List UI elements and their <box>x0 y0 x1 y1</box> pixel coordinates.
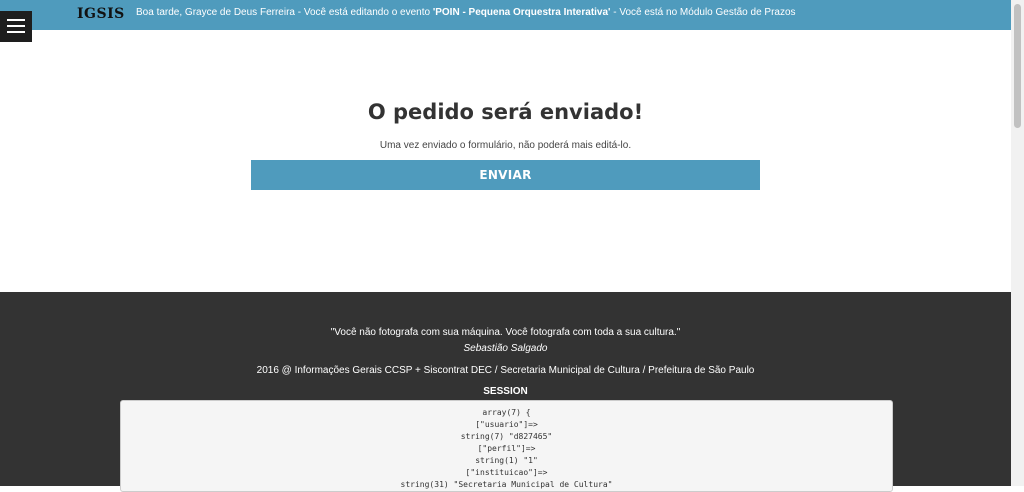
session-line: ["perfil"]=> <box>477 444 536 453</box>
event-name: 'POIN - Pequena Orquestra Interativa' <box>432 7 611 18</box>
page-title: O pedido será enviado! <box>367 100 644 124</box>
scrollbar-thumb[interactable] <box>1014 4 1021 128</box>
module-text: - Você está no Módulo Gestão de Prazos <box>610 7 796 18</box>
main-content: O pedido será enviado! Uma vez enviado o… <box>0 30 1011 292</box>
warning-text: Uma vez enviado o formulário, não poderá… <box>379 140 632 151</box>
session-line: string(7) "d827465" <box>460 432 553 441</box>
quote-author: Sebastião Salgado <box>463 343 548 354</box>
footer: "Você não fotografa com sua máquina. Voc… <box>0 292 1011 492</box>
session-line: ["instituicao"]=> <box>465 468 548 477</box>
session-line: string(1) "1" <box>475 456 538 465</box>
session-line: ["usuario"]=> <box>475 420 538 429</box>
menu-bar-bottom <box>7 31 25 33</box>
top-navbar: IGSIS Boa tarde, Grayce de Deus Ferreira… <box>0 0 1011 30</box>
header-status-message: Boa tarde, Grayce de Deus Ferreira - Voc… <box>136 7 796 18</box>
session-line: array(7) { <box>482 408 531 417</box>
hamburger-menu-icon[interactable] <box>0 11 32 42</box>
menu-bar-top <box>7 19 25 21</box>
session-line: string(31) "Secretaria Municipal de Cult… <box>400 480 613 489</box>
brand-logo[interactable]: IGSIS <box>77 6 125 22</box>
send-button[interactable]: ENVIAR <box>251 160 760 190</box>
vertical-scrollbar[interactable] <box>1011 0 1024 486</box>
session-dump: array(7) { ["usuario"]=> string(7) "d827… <box>120 400 893 492</box>
copyright-text: 2016 @ Informações Gerais CCSP + Siscont… <box>256 365 755 376</box>
footer-quote: "Você não fotografa com sua máquina. Voc… <box>330 327 681 338</box>
menu-bar-middle <box>7 25 25 27</box>
session-label: SESSION <box>483 386 528 397</box>
greeting-text: Boa tarde, Grayce de Deus Ferreira - Voc… <box>136 7 433 18</box>
